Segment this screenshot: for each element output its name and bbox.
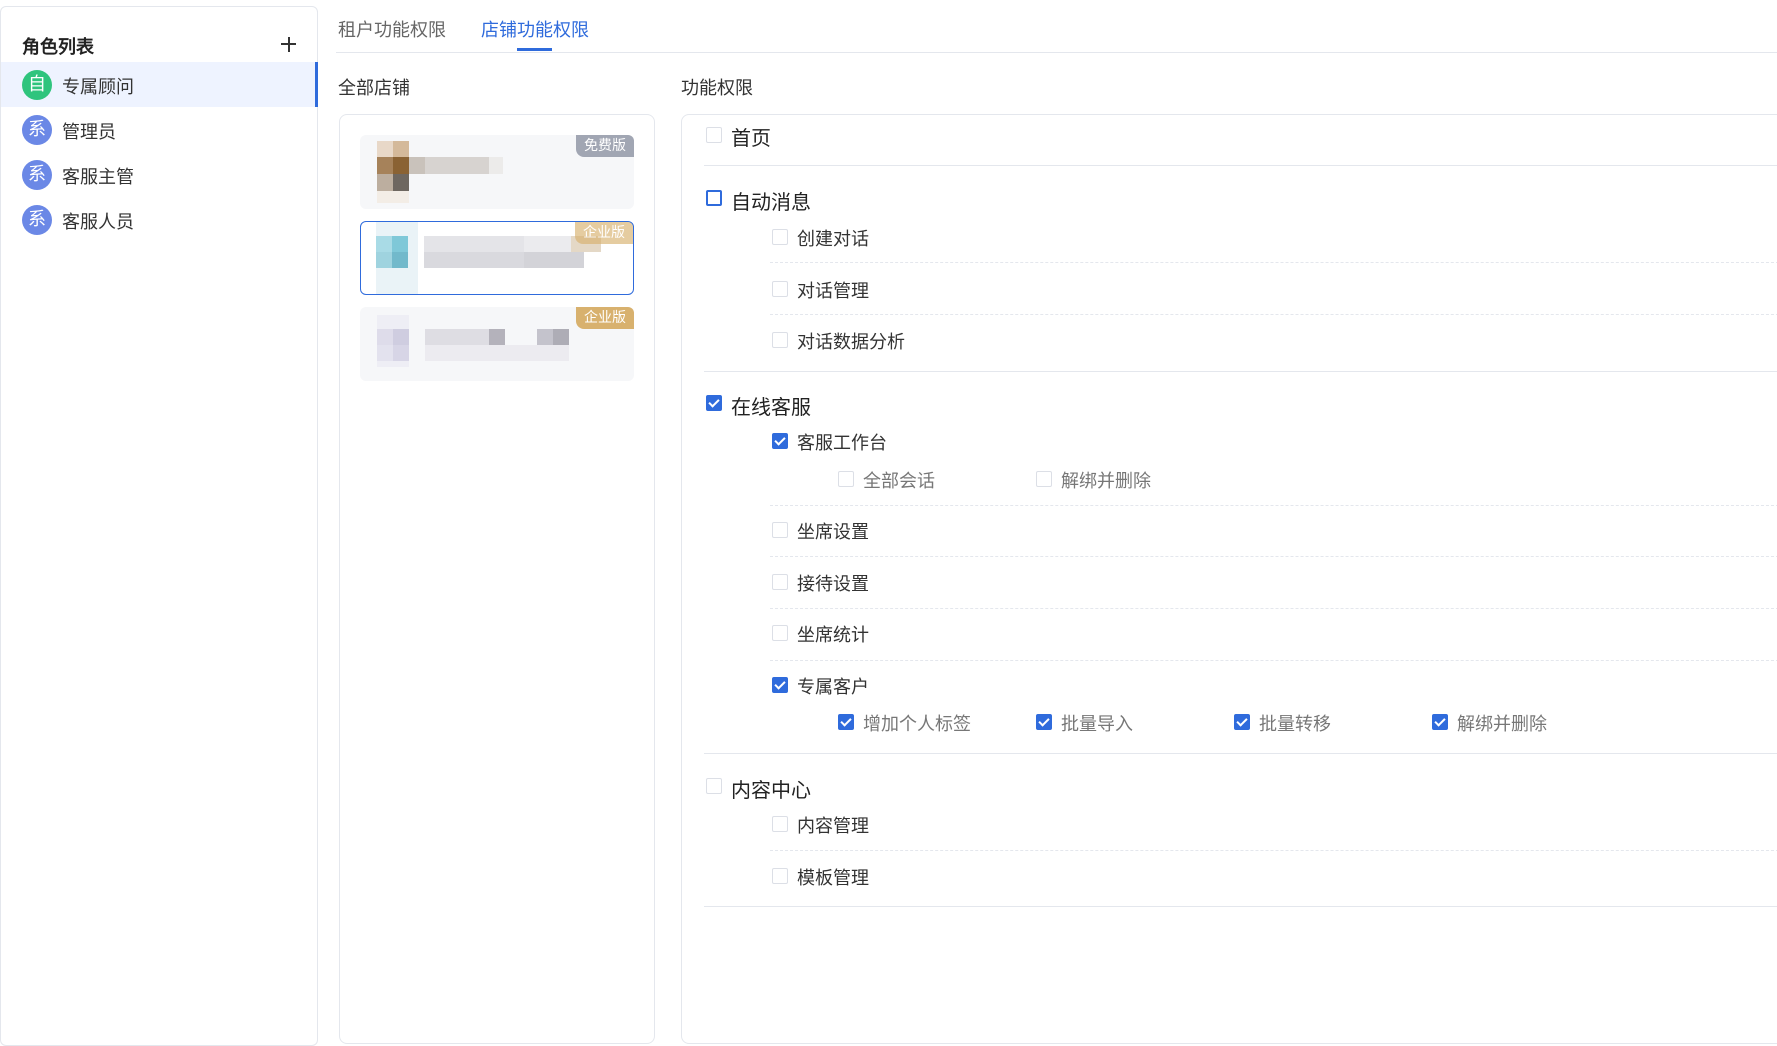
permission-tabs: 租户功能权限 店铺功能权限 [336, 0, 1777, 53]
perm-label-batch-transfer: 批量转移 [1259, 714, 1331, 735]
divider [770, 262, 1777, 263]
role-item-exclusive-advisor[interactable]: 自 专属顾问 [1, 62, 318, 107]
perm-label-template-management: 模板管理 [797, 868, 869, 889]
role-list-title: 角色列表 [22, 37, 94, 58]
checkbox-auto-message[interactable] [706, 190, 722, 206]
perm-label-workbench-unbind-delete: 解绑并删除 [1061, 471, 1151, 492]
divider [770, 505, 1777, 506]
permission-tree-panel: 首页 自动消息 创建对话 对话管理 对话数据分析 在线客服 客服工作台 全部会话… [681, 114, 1777, 1044]
perm-label-dialog-data-analysis: 对话数据分析 [797, 332, 905, 353]
perm-label-dialog-management: 对话管理 [797, 281, 869, 302]
checkbox-reception-settings[interactable] [772, 574, 788, 590]
checkbox-content-management[interactable] [772, 816, 788, 832]
checkbox-dialog-management[interactable] [772, 281, 788, 297]
store-list-panel: 免费版 企业版 企业版 [339, 114, 655, 1044]
perm-label-seat-settings: 坐席设置 [797, 522, 869, 543]
checkbox-workbench-unbind-delete[interactable] [1036, 471, 1052, 487]
role-item-cs-staff[interactable]: 系 客服人员 [1, 197, 317, 242]
divider [770, 850, 1777, 851]
checkbox-online-service[interactable] [706, 395, 722, 411]
divider [770, 314, 1777, 315]
store-card[interactable]: 免费版 [360, 135, 634, 209]
checkbox-batch-import[interactable] [1036, 714, 1052, 730]
perm-label-content-management: 内容管理 [797, 816, 869, 837]
role-avatar: 系 [22, 205, 52, 235]
perm-label-create-dialog: 创建对话 [797, 229, 869, 250]
perm-label-reception-settings: 接待设置 [797, 574, 869, 595]
store-edition-badge: 企业版 [576, 307, 634, 329]
role-avatar: 系 [22, 160, 52, 190]
divider [770, 608, 1777, 609]
checkbox-template-management[interactable] [772, 868, 788, 884]
perm-label-add-personal-tag: 增加个人标签 [863, 714, 971, 735]
perm-label-exclusive-customers: 专属客户 [797, 677, 869, 698]
checkbox-content-center[interactable] [706, 778, 722, 794]
perm-label-content-center: 内容中心 [731, 778, 811, 802]
role-item-admin[interactable]: 系 管理员 [1, 107, 317, 152]
role-label: 专属顾问 [62, 77, 134, 98]
checkbox-all-sessions[interactable] [838, 471, 854, 487]
role-label: 管理员 [62, 122, 116, 143]
stores-title: 全部店铺 [338, 78, 410, 99]
checkbox-exclusive-customers[interactable] [772, 677, 788, 693]
checkbox-customer-unbind-delete[interactable] [1432, 714, 1448, 730]
permissions-title: 功能权限 [681, 78, 753, 99]
perm-label-seat-statistics: 坐席统计 [797, 625, 869, 646]
perm-label-customer-unbind-delete: 解绑并删除 [1457, 714, 1547, 735]
perm-label-online-service: 在线客服 [731, 395, 811, 419]
role-item-cs-supervisor[interactable]: 系 客服主管 [1, 152, 317, 197]
perm-label-batch-import: 批量导入 [1061, 714, 1133, 735]
store-edition-badge: 企业版 [575, 222, 633, 244]
store-card[interactable]: 企业版 [360, 307, 634, 381]
role-avatar: 系 [22, 115, 52, 145]
checkbox-batch-transfer[interactable] [1234, 714, 1250, 730]
perm-label-all-sessions: 全部会话 [863, 471, 935, 492]
role-avatar: 自 [22, 70, 52, 100]
role-list-header: 角色列表 [22, 29, 302, 59]
perm-label-service-workbench: 客服工作台 [797, 433, 887, 454]
divider [704, 371, 1777, 372]
add-role-button[interactable] [274, 29, 302, 59]
checkbox-dialog-data-analysis[interactable] [772, 332, 788, 348]
checkbox-seat-statistics[interactable] [772, 625, 788, 641]
divider [704, 906, 1777, 907]
tab-store-permissions[interactable]: 店铺功能权限 [481, 16, 589, 42]
tab-tenant-permissions[interactable]: 租户功能权限 [338, 16, 446, 42]
divider [704, 165, 1777, 166]
role-label: 客服主管 [62, 167, 134, 188]
checkbox-add-personal-tag[interactable] [838, 714, 854, 730]
role-label: 客服人员 [62, 212, 134, 233]
role-list-panel: 角色列表 自 专属顾问 系 管理员 系 客服主管 系 客服人员 [0, 6, 318, 1046]
divider [770, 660, 1777, 661]
store-edition-badge: 免费版 [576, 135, 634, 157]
checkbox-seat-settings[interactable] [772, 522, 788, 538]
perm-label-auto-message: 自动消息 [731, 190, 811, 214]
perm-label-home: 首页 [731, 126, 771, 150]
divider [704, 753, 1777, 754]
active-tab-indicator [517, 48, 552, 51]
checkbox-service-workbench[interactable] [772, 433, 788, 449]
divider [770, 556, 1777, 557]
checkbox-home[interactable] [706, 127, 722, 143]
checkbox-create-dialog[interactable] [772, 229, 788, 245]
store-card-selected[interactable]: 企业版 [360, 221, 634, 295]
